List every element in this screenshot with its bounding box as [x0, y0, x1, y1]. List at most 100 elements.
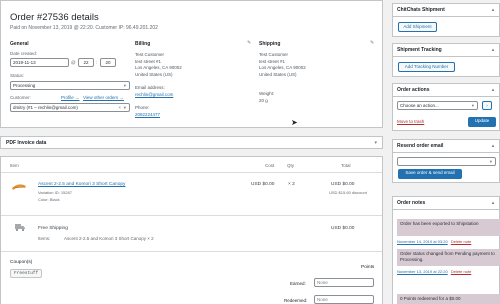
toggle-arrow-icon[interactable]: ▴ — [490, 87, 496, 93]
toggle-arrow-icon[interactable]: ▴ — [490, 47, 496, 53]
order-note-meta: November 13, 2019 at 22:20 Delete note — [397, 269, 471, 274]
pdf-invoice-panel[interactable]: PDF Invoice data ▾ — [0, 136, 383, 149]
shipping-items-label: Items: — [38, 236, 51, 241]
order-note: Order has been exported to Shipstation — [397, 219, 500, 236]
billing-phone-link[interactable]: 2082224477 — [135, 112, 160, 117]
shipping-weight-value: 20 g — [259, 98, 268, 103]
col-qty-header: Qty — [287, 163, 295, 168]
product-qty: × 2 — [288, 182, 295, 187]
product-cost: USD $0.00 — [251, 182, 275, 187]
minute-input[interactable]: 20 — [100, 58, 116, 67]
save-and-send-email-button[interactable]: Save order & send email — [398, 169, 462, 179]
time-colon: : — [96, 60, 98, 65]
date-created-label: Date created: — [10, 51, 38, 56]
points-redeemed-label: Redeemed: — [284, 298, 308, 303]
order-items-panel: Item Cost Qty Total Ascent 2-2.5 and Kom… — [0, 156, 383, 304]
order-action-select[interactable]: Choose an action... ▾ — [397, 101, 478, 110]
mouse-cursor-icon: ➤ — [291, 118, 298, 127]
shipping-heading: Shipping — [259, 41, 281, 47]
toggle-arrow-icon[interactable]: ▴ — [490, 200, 496, 206]
order-actions-title[interactable]: Order actions — [393, 84, 499, 97]
points-redeemed-input[interactable]: None — [314, 295, 374, 304]
product-discount: USD $15.60 discount — [329, 190, 367, 195]
divider — [1, 215, 382, 216]
coupons-label: Coupon(s) — [10, 260, 33, 265]
billing-edit-icon[interactable]: ✎ — [247, 40, 251, 46]
points-earned-label: Earned: — [290, 281, 306, 286]
date-created-input[interactable]: 2019-11-13 — [10, 58, 69, 67]
status-select[interactable]: Processing ▾ — [10, 81, 130, 90]
toggle-arrow-icon[interactable]: ▴ — [490, 143, 496, 149]
col-cost-header: Cost — [265, 163, 275, 168]
billing-email-label: Email address: — [135, 85, 165, 90]
points-earned-input[interactable]: None — [314, 278, 374, 287]
order-note-date[interactable]: November 14, 2019 at 03:20 — [397, 239, 448, 244]
apply-action-button[interactable]: › — [482, 101, 492, 110]
order-subtitle: Paid on November 13, 2019 @ 22:20. Custo… — [10, 25, 158, 31]
order-notes-box: Order notes ▴ Order has been exported to… — [392, 196, 500, 304]
shipping-weight-label: Weight: — [259, 91, 275, 96]
col-item-header: Item — [10, 163, 19, 168]
billing-address: Test Customer test street #1 Los Angeles… — [135, 52, 182, 78]
order-title: Order #27536 details — [10, 12, 99, 23]
shipping-address-line: United States (US) — [259, 71, 297, 77]
at-separator: @ — [71, 60, 76, 65]
close-icon[interactable]: × — [118, 104, 121, 111]
col-total-header: Total — [341, 163, 351, 168]
shipping-items-value: Ascent 2-2.5 and Komori 3 Short Canopy ×… — [64, 236, 154, 241]
shipment-tracking-box: Shipment Tracking ▴ Add Tracking Number — [392, 43, 500, 77]
chitchats-shipment-title[interactable]: ChitChats Shipment — [393, 4, 499, 17]
resend-email-select[interactable]: ▾ — [397, 157, 496, 166]
update-button[interactable]: Update — [468, 117, 496, 127]
view-other-orders-link[interactable]: View other orders → — [83, 95, 124, 100]
billing-address-line: United States (US) — [135, 71, 173, 77]
coupon-code-tag[interactable]: Freestuff — [10, 269, 43, 278]
add-tracking-number-button[interactable]: Add Tracking Number — [398, 62, 455, 72]
move-to-trash-link[interactable]: Move to trash — [397, 119, 424, 124]
customer-profile-link[interactable]: Profile → — [61, 95, 80, 100]
chevron-down-icon: ▾ — [471, 103, 474, 108]
divider — [1, 172, 382, 173]
shipping-total: USD $0.00 — [331, 226, 355, 231]
resend-order-email-box: Resend order email ▴ ▾ Save order & send… — [392, 139, 500, 183]
toggle-arrow-icon[interactable]: ▴ — [490, 7, 496, 13]
chitchats-shipment-box: ChitChats Shipment ▴ Add Shipment — [392, 3, 500, 37]
shipment-tracking-title[interactable]: Shipment Tracking — [393, 44, 499, 57]
delete-note-link[interactable]: Delete note — [451, 269, 471, 274]
order-note: 0 Points redeemed for a $0.00 — [397, 294, 500, 304]
shipping-truck-icon — [15, 223, 25, 231]
toggle-arrow-icon[interactable]: ▾ — [374, 140, 377, 146]
chevron-down-icon: ▾ — [123, 83, 126, 88]
order-data-panel: Order #27536 details Paid on November 13… — [0, 0, 383, 128]
resend-order-email-title[interactable]: Resend order email — [393, 140, 499, 153]
product-thumbnail — [11, 181, 27, 191]
billing-phone-label: Phone: — [135, 105, 150, 110]
billing-address-line: Los Angeles, CA 90002 — [135, 65, 182, 70]
points-heading: Points — [361, 265, 375, 270]
order-notes-title[interactable]: Order notes — [393, 197, 499, 210]
status-label: Status: — [10, 73, 25, 78]
product-name-link[interactable]: Ascent 2-2.5 and Komori 3 Short Canopy — [38, 182, 125, 187]
order-note: Order status changed from Pending paymen… — [397, 249, 500, 266]
pdf-invoice-title: PDF Invoice data — [6, 140, 47, 146]
order-actions-box: Order actions ▴ Choose an action... ▾ › … — [392, 83, 500, 131]
customer-label: Customer: — [10, 95, 31, 100]
delete-note-link[interactable]: Delete note — [451, 239, 471, 244]
shipping-edit-icon[interactable]: ✎ — [370, 40, 374, 46]
billing-email-link[interactable]: rechlin@gmail.com — [135, 92, 173, 97]
order-action-select-value: Choose an action... — [400, 103, 439, 108]
order-note-meta: November 14, 2019 at 03:20 Delete note — [397, 239, 471, 244]
chevron-down-icon: ▾ — [489, 159, 492, 164]
billing-heading: Billing — [135, 41, 151, 47]
shipping-address-line: Los Angeles, CA 90002 — [259, 65, 306, 70]
customer-select-value: dmitry (#1 – rechlin@gmail.com) — [13, 105, 78, 110]
shipping-method-name: Free Shipping — [38, 226, 68, 231]
divider — [1, 251, 382, 252]
general-heading: General — [10, 41, 29, 47]
order-note-date[interactable]: November 13, 2019 at 22:20 — [397, 269, 448, 274]
add-shipment-button[interactable]: Add Shipment — [398, 22, 437, 32]
status-select-value: Processing — [13, 83, 36, 88]
customer-select[interactable]: dmitry (#1 – rechlin@gmail.com) × ▾ — [10, 103, 130, 112]
chevron-down-icon: ▾ — [123, 105, 126, 110]
hour-input[interactable]: 22 — [78, 58, 94, 67]
